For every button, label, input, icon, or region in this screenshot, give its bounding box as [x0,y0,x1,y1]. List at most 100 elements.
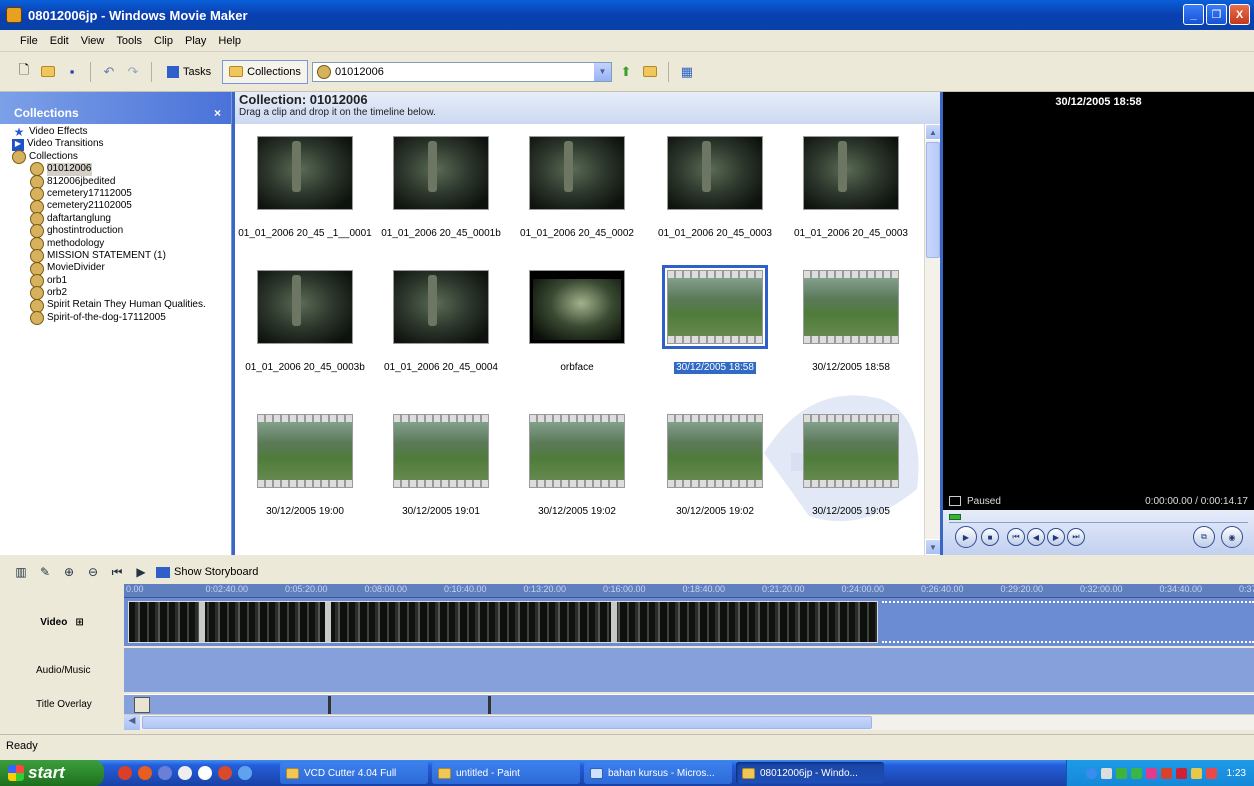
taskbar-item-paint[interactable]: untitled - Paint [432,762,580,784]
scroll-left-icon[interactable]: ◀ [124,715,140,730]
tree-item[interactable]: MISSION STATEMENT (1) [0,249,231,264]
take-picture-icon[interactable]: ◉ [1221,526,1243,548]
zoom-out-icon[interactable]: ⊖ [84,565,102,579]
tree-item[interactable]: ▶ Video Transitions [0,138,231,151]
tray-icon[interactable] [1130,767,1142,779]
menu-help[interactable]: Help [212,35,247,47]
quick-launch-icon[interactable] [118,766,132,780]
tree-item[interactable]: cemetery21102005 [0,199,231,214]
close-icon[interactable]: × [214,106,221,120]
clip-thumbnail[interactable]: 01_01_2006 20_45 _1__0001 [235,136,375,240]
taskbar-item-movie-maker[interactable]: 08012006jp - Windo... [736,762,884,784]
quick-launch-icon[interactable] [158,766,172,780]
previous-frame-icon[interactable]: ⏮ [1007,528,1025,546]
seek-bar[interactable] [949,522,1248,523]
restore-button[interactable]: ❐ [1206,4,1227,25]
chevron-down-icon[interactable]: ▼ [593,62,611,81]
tray-icon[interactable] [1145,767,1157,779]
quick-launch-icon[interactable] [178,766,192,780]
narrate-icon[interactable]: ✎ [36,565,54,579]
audio-music-track[interactable] [124,648,1254,692]
rewind-timeline-icon[interactable]: ⏮ [108,565,126,580]
clip-thumbnail[interactable]: 30/12/2005 19:00 [235,414,375,518]
title-overlay-track[interactable] [124,694,1254,714]
network-icon[interactable] [1100,767,1112,779]
taskbar-item-vcd-cutter[interactable]: VCD Cutter 4.04 Full [280,762,428,784]
expand-icon[interactable]: ⊞ [75,617,83,628]
empty-timeline-area[interactable] [882,601,1254,643]
scroll-thumb[interactable] [926,142,940,258]
up-level-icon[interactable]: ⬆ [616,62,636,82]
timeline-scroll-thumb[interactable] [142,716,872,729]
save-icon[interactable]: ▪ [62,62,82,82]
new-folder-icon[interactable] [640,62,660,82]
undo-icon[interactable]: ↶ [99,62,119,82]
clip-thumbnail[interactable]: 01_01_2006 20_45_0001b [371,136,511,240]
quick-launch-icon[interactable] [218,766,232,780]
clip-thumbnail[interactable]: 30/12/2005 19:01 [371,414,511,518]
clip-thumbnail[interactable]: 01_01_2006 20_45_0003b [235,270,375,374]
timeline-ruler[interactable]: 0.00 0:02:40.00 0:05:20.00 0:08:00.00 0:10:4… [124,584,1254,598]
views-icon[interactable]: ▦ [677,62,697,82]
clip-thumbnail[interactable]: 30/12/2005 19:02 [645,414,785,518]
clip-thumbnail[interactable]: 01_01_2006 20_45_0004 [371,270,511,374]
timeline-scrollbar[interactable]: ◀ [124,714,1254,730]
minimize-button[interactable]: _ [1183,4,1204,25]
clip-thumbnail[interactable]: 30/12/2005 19:02 [507,414,647,518]
tree-item[interactable]: daftartanglung [0,211,231,226]
video-clips-strip[interactable] [128,601,878,643]
tray-icon[interactable] [1205,767,1217,779]
tasks-button[interactable]: Tasks [160,60,218,84]
quick-launch-icon[interactable] [198,766,212,780]
stop-icon[interactable]: ■ [981,528,999,546]
scroll-up-icon[interactable]: ▲ [925,124,941,140]
volume-icon[interactable] [1190,767,1202,779]
rewind-icon[interactable]: ◀ [1027,528,1045,546]
tree-item[interactable]: cemetery17112005 [0,187,231,202]
open-project-icon[interactable] [38,62,58,82]
split-clip-icon[interactable]: ⧉ [1193,526,1215,548]
tree-item[interactable]: ghostintroduction [0,224,231,239]
menu-file[interactable]: File [14,35,44,47]
show-storyboard-button[interactable]: Show Storyboard [156,566,258,578]
play-icon[interactable]: ▶ [955,526,977,548]
split-icon[interactable] [949,495,961,506]
menu-play[interactable]: Play [179,35,212,47]
play-timeline-icon[interactable]: ▶ [132,565,150,579]
redo-icon[interactable]: ↷ [123,62,143,82]
video-track[interactable] [124,598,1254,646]
vertical-scrollbar[interactable]: ▲ ▼ [924,124,941,555]
close-button[interactable]: X [1229,4,1250,25]
tree-item[interactable]: MovieDivider [0,261,231,276]
menu-edit[interactable]: Edit [44,35,75,47]
tray-icon[interactable] [1175,767,1187,779]
clip-thumbnail[interactable]: 01_01_2006 20_45_0003 [645,136,785,240]
tree-item[interactable]: ★ Video Effects [0,126,231,139]
tree-item[interactable]: 01012006 [0,162,231,177]
collections-button[interactable]: Collections [222,59,308,84]
clip-thumbnail[interactable]: 30/12/2005 18:58 [645,265,785,374]
tree-item[interactable]: Spirit Retain They Human Qualities. [0,298,231,313]
forward-icon[interactable]: ▶ [1047,528,1065,546]
collection-select[interactable]: 01012006 ▼ [311,61,612,82]
seek-handle[interactable] [949,514,961,520]
tree-item[interactable]: orb2 [0,286,231,301]
title-overlay-clip[interactable] [134,697,150,713]
clip-thumbnail[interactable]: 30/12/2005 19:05 [781,414,921,518]
next-frame-icon[interactable]: ⏭ [1067,528,1085,546]
zoom-in-icon[interactable]: ⊕ [60,565,78,579]
set-audio-levels-icon[interactable]: ▥ [12,565,30,579]
tree-item[interactable]: Spirit-of-the-dog-17112005 [0,311,231,326]
quick-launch-icon[interactable] [138,766,152,780]
menu-clip[interactable]: Clip [148,35,179,47]
clip-thumbnail[interactable]: 01_01_2006 20_45_0002 [507,136,647,240]
taskbar-item-word[interactable]: bahan kursus - Micros... [584,762,732,784]
clip-thumbnail[interactable]: 30/12/2005 18:58 [781,270,921,374]
ie-icon[interactable] [238,766,252,780]
scroll-down-icon[interactable]: ▼ [925,539,941,555]
tree-item[interactable]: 812006jbedited [0,174,231,189]
menu-tools[interactable]: Tools [110,35,148,47]
tray-icon[interactable] [1115,767,1127,779]
start-button[interactable]: start [0,760,104,786]
new-project-icon[interactable]: 🗋 [14,62,34,82]
